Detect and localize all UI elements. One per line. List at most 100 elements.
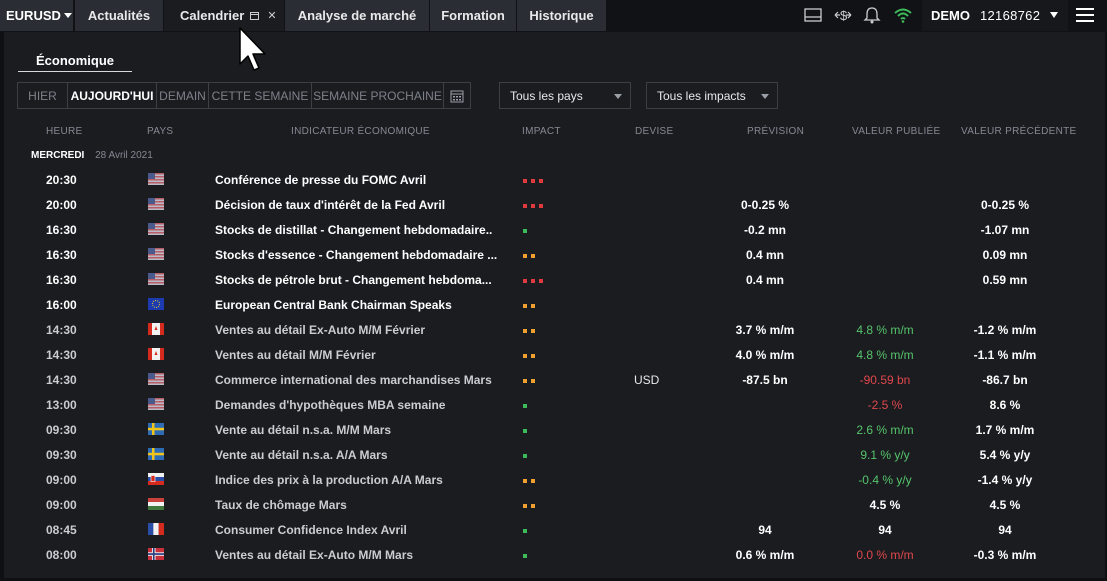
table-row[interactable]: 09:00 Indice des prix à la production A/A… (4, 468, 1105, 493)
impact-indicator (523, 504, 539, 508)
event-indicator[interactable]: Demandes d'hypothèques MBA semaine (215, 398, 445, 412)
table-row[interactable]: 08:00 Ventes au détail Ex-Auto M/M Mars 0.… (4, 543, 1105, 568)
event-forecast: 3.7 % m/m (735, 323, 795, 337)
eu-flag-icon (148, 298, 164, 310)
event-indicator[interactable]: Vente au détail n.s.a. M/M Mars (215, 423, 391, 437)
close-icon[interactable]: ✕ (267, 10, 276, 22)
impact-dot (523, 554, 527, 558)
impact-dot (523, 479, 527, 483)
table-row[interactable]: 14:30 Commerce international des marchand… (4, 368, 1105, 393)
event-time: 20:30 (46, 173, 77, 187)
impact-dot (531, 329, 535, 333)
event-indicator[interactable]: Stocks d'essence - Changement hebdomadai… (215, 248, 497, 262)
column-header-pays: PAYS (147, 126, 174, 137)
us-flag-icon (148, 398, 164, 410)
table-row[interactable]: 16:30 Stocks d'essence - Changement hebdo… (4, 243, 1105, 268)
event-forecast: 0.6 % m/m (735, 548, 795, 562)
date-label: 28 Avril 2021 (95, 150, 153, 161)
day-button-hier[interactable]: HIER (18, 83, 68, 108)
table-row[interactable]: 08:45 Consumer Confidence Index Avril 94 94… (4, 518, 1105, 543)
impact-indicator (523, 254, 539, 258)
event-time: 14:30 (46, 348, 77, 362)
event-time: 08:45 (46, 523, 77, 537)
table-row[interactable]: 09:30 Vente au détail n.s.a. M/M Mars 2.6 … (4, 418, 1105, 443)
tab-actualites[interactable]: Actualités (75, 0, 163, 31)
event-previous: -1.1 % m/m (973, 348, 1037, 362)
table-row[interactable]: 09:30 Vente au détail n.s.a. A/A Mars 9.1 … (4, 443, 1105, 468)
event-previous: -1.4 % y/y (977, 473, 1033, 487)
event-indicator[interactable]: Stocks de distillat - Changement hebdoma… (215, 223, 492, 237)
event-indicator[interactable]: Vente au détail n.s.a. A/A Mars (215, 448, 388, 462)
hu-flag-icon (148, 498, 164, 510)
impact-dot (523, 179, 527, 183)
event-time: 14:30 (46, 373, 77, 387)
impact-indicator (523, 204, 547, 208)
table-row[interactable]: 14:30 Ventes au détail Ex-Auto M/M Févrie… (4, 318, 1105, 343)
impact-indicator (523, 529, 531, 533)
event-indicator[interactable]: Ventes au détail Ex-Auto M/M Février (215, 323, 425, 337)
event-indicator[interactable]: Décision de taux d'intérêt de la Fed Avr… (215, 198, 445, 212)
deposit-icon[interactable]: $ (833, 6, 853, 24)
impact-dot (531, 354, 535, 358)
table-row[interactable]: 16:00 European Central Bank Chairman Spea… (4, 293, 1105, 318)
tab-label: Actualités (87, 8, 151, 23)
table-row[interactable]: 16:30 Stocks de pétrole brut - Changement… (4, 268, 1105, 293)
calendar-icon[interactable] (444, 83, 470, 108)
day-button-demain[interactable]: DEMAIN (157, 83, 209, 108)
event-previous: 5.4 % y/y (979, 448, 1031, 462)
mouse-cursor-icon (239, 27, 266, 71)
event-time: 20:00 (46, 198, 77, 212)
event-currency: USD (634, 373, 660, 387)
tab-analyse-de-marche[interactable]: Analyse de marché (285, 0, 429, 31)
us-flag-icon (148, 223, 164, 235)
event-indicator[interactable]: Taux de chômage Mars (215, 498, 347, 512)
impact-indicator (523, 404, 531, 408)
table-row[interactable]: 09:00 Taux de chômage Mars 4.5 % 4.5 % (4, 493, 1105, 518)
event-actual: 94 (878, 523, 892, 537)
tab-economique[interactable]: Économique (18, 46, 132, 72)
table-row[interactable]: 20:30 Conférence de presse du FOMC Avril (4, 168, 1105, 193)
event-indicator[interactable]: Consumer Confidence Index Avril (215, 523, 407, 537)
country-select[interactable]: Tous les pays (499, 82, 631, 109)
account-mode: DEMO (931, 8, 970, 23)
layout-icon[interactable] (803, 6, 823, 24)
event-indicator[interactable]: European Central Bank Chairman Speaks (215, 298, 452, 312)
day-button-cette-semaine[interactable]: CETTE SEMAINE (209, 83, 312, 108)
event-time: 13:00 (46, 398, 77, 412)
account-selector[interactable]: DEMO 12168762 (922, 0, 1068, 31)
event-forecast: 4.0 % m/m (735, 348, 795, 362)
detach-window-icon[interactable] (250, 11, 260, 21)
event-time: 08:00 (46, 548, 77, 562)
event-indicator[interactable]: Ventes au détail Ex-Auto M/M Mars (215, 548, 413, 562)
bell-icon[interactable] (862, 6, 882, 24)
impact-dot (523, 504, 527, 508)
day-filter: HIER AUJOURD'HUI DEMAIN CETTE SEMAINE SE… (17, 82, 471, 109)
impact-dot (523, 429, 527, 433)
impact-indicator (523, 354, 539, 358)
hamburger-menu-icon[interactable] (1076, 8, 1094, 22)
table-row[interactable]: 14:30 Ventes au détail M/M Février 4.0 % m… (4, 343, 1105, 368)
event-indicator[interactable]: Indice des prix à la production A/A Mars (215, 473, 443, 487)
top-bar: EURUSD Actualités Calendrier ✕ Analyse d… (0, 0, 1107, 32)
tab-formation[interactable]: Formation (430, 0, 516, 31)
table-row[interactable]: 20:00 Décision de taux d'intérêt de la Fe… (4, 193, 1105, 218)
day-button-aujourdhui[interactable]: AUJOURD'HUI (68, 83, 157, 108)
event-indicator[interactable]: Ventes au détail M/M Février (215, 348, 376, 362)
event-time: 09:00 (46, 473, 77, 487)
day-button-semaine-prochaine[interactable]: SEMAINE PROCHAINE (312, 83, 444, 108)
event-indicator[interactable]: Conférence de presse du FOMC Avril (215, 173, 426, 187)
symbol-selector[interactable]: EURUSD (0, 0, 74, 31)
event-indicator[interactable]: Commerce international des marchandises … (215, 373, 492, 387)
impact-select[interactable]: Tous les impacts (646, 82, 778, 109)
fr-flag-icon (148, 523, 164, 535)
column-header-indicateur: INDICATEUR ÉCONOMIQUE (291, 126, 430, 137)
event-indicator[interactable]: Stocks de pétrole brut - Changement hebd… (215, 273, 492, 287)
table-row[interactable]: 16:30 Stocks de distillat - Changement he… (4, 218, 1105, 243)
event-time: 09:00 (46, 498, 77, 512)
chevron-down-icon (614, 94, 622, 99)
impact-indicator (523, 279, 547, 283)
impact-dot (523, 379, 527, 383)
country-select-value: Tous les pays (510, 88, 583, 103)
table-row[interactable]: 13:00 Demandes d'hypothèques MBA semaine -… (4, 393, 1105, 418)
tab-historique[interactable]: Historique (517, 0, 606, 31)
